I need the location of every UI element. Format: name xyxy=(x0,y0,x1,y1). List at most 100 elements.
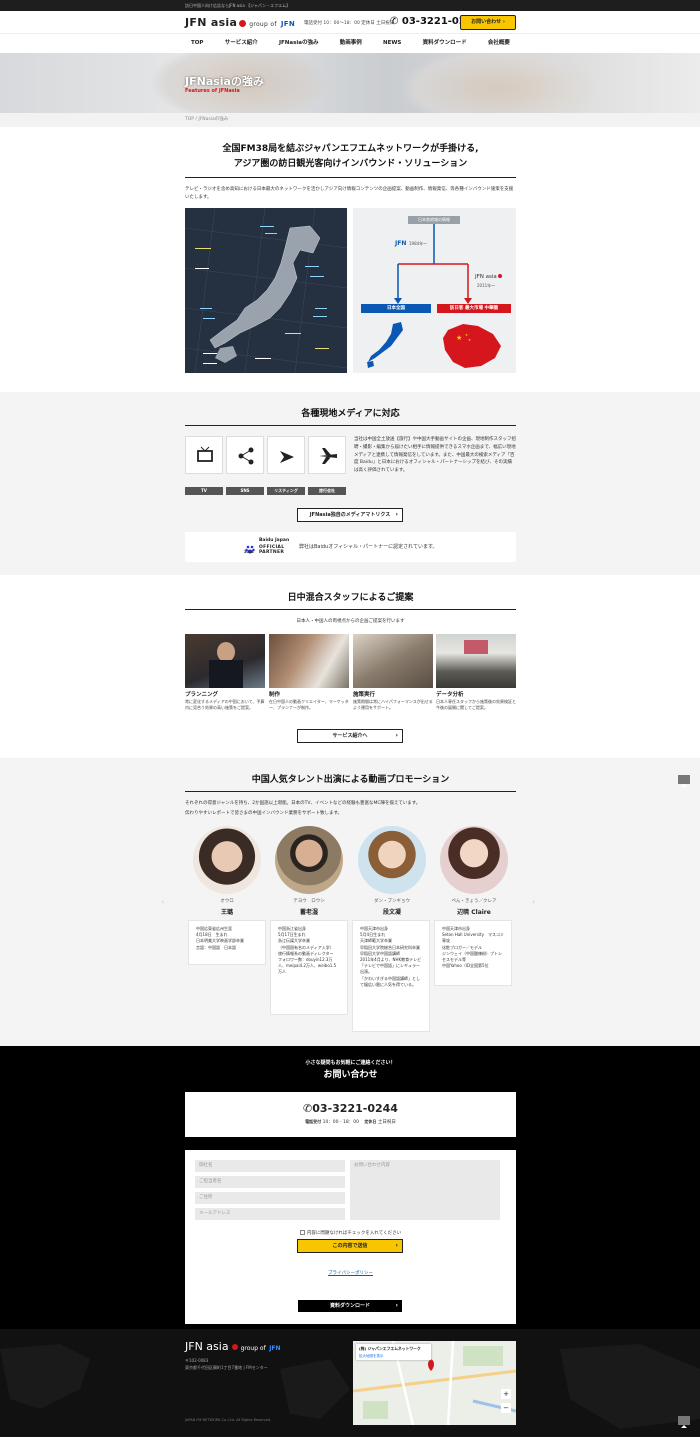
address-field[interactable]: ご住所 xyxy=(195,1192,345,1204)
agree-row[interactable]: 内容に問題なければチェックを入れてください xyxy=(185,1230,516,1236)
footer-logo[interactable]: JFN asia group of JFN xyxy=(185,1340,281,1353)
footer-map[interactable]: (株) ジャパンエフエムネットワーク 拡大地図を表示 + − xyxy=(353,1341,516,1425)
header-contact-button[interactable]: お問い合わせ › xyxy=(460,15,516,30)
carousel-next-icon[interactable]: › xyxy=(532,897,535,906)
logo[interactable]: JFN asia group of JFN xyxy=(185,16,295,29)
contact-hours-value: 10：00 - 18：00 xyxy=(322,1120,359,1125)
talent-name-3: 段文凝 xyxy=(382,909,401,916)
baidu-year: 2018 xyxy=(244,550,254,554)
talent-card-2: 中国浙江省出身 5月17日生まれ 浙江伝媒大学卒業 （中国国有名のメディア入学）… xyxy=(270,920,348,1015)
page-subtitle: Features of JFNasia xyxy=(185,88,240,94)
header-hours: 電話受付 10：00〜18：00 定休日 土日祝日 xyxy=(304,21,395,26)
intro-divider xyxy=(185,177,516,178)
media-tag-tv: TV xyxy=(185,487,223,495)
nav-item-videos[interactable]: 動画事例 xyxy=(334,35,368,52)
tv-icon xyxy=(199,449,211,461)
map-label2[interactable]: 拡大地図を表示 xyxy=(359,1354,428,1359)
privacy-link[interactable]: プライバシーポリシー xyxy=(185,1270,516,1276)
staff-item-desc-planning: 常に変化するメディアの中国において、予算内に見合う効果の高い施策をご提案。 xyxy=(185,699,265,710)
map-info-box: (株) ジャパンエフエムネットワーク 拡大地図を表示 xyxy=(356,1344,431,1360)
talent-name-4: 辺暁 Claire xyxy=(457,909,491,916)
staff-photo-analysis xyxy=(436,634,516,688)
footer-address: 東京都千代田区麹町1丁目7番地 | FMセンター xyxy=(185,1365,268,1370)
svg-text:★: ★ xyxy=(468,338,471,342)
intro-title-line2: アジア圏の訪日観光客向けインバウンド・ソリューション xyxy=(233,159,468,169)
svg-text:★: ★ xyxy=(465,333,468,337)
talent-title: 中国人気タレント出演による動画プロモーション xyxy=(251,775,450,785)
diagram-right-label: 訪日客 最大市場 中華圏 xyxy=(437,304,511,313)
nav-item-download[interactable]: 資料ダウンロード xyxy=(417,35,473,52)
talent-card-line: 「かわいすぎる中国語講師」として幅広い層に人気を得ている。 xyxy=(360,975,420,987)
intro-body: テレビ・ラジオを含め高知における日本最大のネットワークを活かしアジア向け情報コン… xyxy=(185,187,514,200)
contact-phone[interactable]: ✆03-3221-0244 xyxy=(185,1102,516,1115)
message-field[interactable]: お問い合わせ内容 xyxy=(350,1160,500,1220)
media-matrix-button[interactable]: JFNasia独自のメディアマトリクス xyxy=(297,508,403,522)
top-bar: 訪日中国人向け広告ならJFN asia 【ジャパン・エフエム】 xyxy=(0,0,700,11)
talent-kana-4: ぺん・きょう／クレア xyxy=(451,899,497,904)
staff-lead: 日本人・中国人の両視点からの企画ご提案を行います xyxy=(296,619,405,624)
contact-hours: 電話受付 10：00 - 18：00 定休日 土日祝日 xyxy=(185,1119,516,1125)
contact-name-field[interactable]: ご担当者名 xyxy=(195,1176,345,1188)
contact-phone-number: 03-3221-0244 xyxy=(312,1102,398,1115)
baidu-label1: Baidu Japan xyxy=(259,538,290,543)
hero-banner: JFNasiaの強み Features of JFNasia xyxy=(0,53,700,113)
email-field[interactable]: メールアドレス xyxy=(195,1208,345,1220)
diagram-jfn-year: 1984年〜 xyxy=(409,241,428,246)
japan-network-map xyxy=(185,208,347,373)
diagram-maps: ★ ★ ★ xyxy=(367,322,501,368)
diagram-jfnasia-label: JFN asia xyxy=(475,274,497,280)
intro-title-line1: 全国FM38局を結ぶジャパンエフエムネットワークが手掛ける, xyxy=(222,144,479,154)
phone-icon: ✆ xyxy=(303,1102,313,1115)
talent-kana-1: オウロ xyxy=(220,899,234,904)
media-tag-travel: 旅行会社 xyxy=(308,487,346,495)
scroll-top-button[interactable] xyxy=(678,775,690,787)
staff-divider xyxy=(185,609,516,610)
phone-icon: ✆ xyxy=(390,16,402,27)
nav-item-news[interactable]: NEWS xyxy=(377,35,407,52)
footer-group-brand: JFN xyxy=(269,1345,281,1352)
diagram-jfnasia: JFN asia xyxy=(475,274,502,280)
svg-text:★: ★ xyxy=(456,334,462,342)
map-zoom-in-button[interactable]: + xyxy=(501,1389,511,1399)
baidu-partner-box: 2018 Baidu Japan OFFICIAL PARTNER 弊社はBai… xyxy=(185,532,516,562)
jfnasia-dot-icon xyxy=(497,274,502,278)
staff-photo-execution xyxy=(353,634,433,688)
breadcrumb[interactable]: TOP / JFNasiaの強み xyxy=(0,113,700,127)
agree-label: 内容に問題なければチェックを入れてください xyxy=(306,1231,402,1236)
talent-card-line: ジンウェイ（中国酸辣粉）プトシセスモデル等 xyxy=(442,950,502,963)
network-diagram: 日本各地域の情報 JFN 1984年〜 JFN asia 2011年〜 日本全国… xyxy=(353,208,516,373)
logo-group-of: group of xyxy=(249,21,277,28)
nav-item-top[interactable]: TOP xyxy=(185,35,209,52)
download-button[interactable]: 資料ダウンロード xyxy=(297,1299,403,1313)
footer-scroll-top-button[interactable] xyxy=(678,1416,690,1428)
map-zoom-out-button[interactable]: − xyxy=(501,1403,511,1413)
nav-item-company[interactable]: 会社概要 xyxy=(482,35,516,52)
baidu-paw-icon xyxy=(245,539,255,554)
submit-button[interactable]: この内容で送信 xyxy=(297,1239,403,1253)
diagram-jfnasia-year: 2011年〜 xyxy=(477,283,496,288)
media-divider xyxy=(185,425,516,426)
talent-divider xyxy=(185,791,516,792)
carousel-prev-icon[interactable]: ‹ xyxy=(161,897,164,906)
diagram-jfn: JFN xyxy=(395,240,407,247)
services-button[interactable]: サービス紹介へ xyxy=(297,729,403,743)
header: JFN asia group of JFN 電話受付 10：00〜18：00 定休… xyxy=(0,11,700,34)
staff-item-title-analysis: データ分析 xyxy=(436,692,464,698)
talent-photo-claire xyxy=(440,826,508,894)
talent-kana-2: テヨウ ロウシ xyxy=(293,899,325,904)
staff-photo-planning xyxy=(185,634,265,688)
staff-item-desc-analysis: 日本人専任スタッフから施策後の効果検証と今後の展開に関してご提案。 xyxy=(436,699,516,710)
logo-text: JFN asia xyxy=(185,16,238,29)
logo-dot-icon xyxy=(239,19,247,27)
logo-group-brand: JFN xyxy=(280,20,296,28)
nav-item-services[interactable]: サービス紹介 xyxy=(219,35,264,52)
talent-card-line: 中国Yahoo（ID全国第5位 xyxy=(442,963,489,969)
agree-checkbox[interactable] xyxy=(299,1230,305,1235)
talent-card-line: 早稲田大学院総合日本研究科卒業 xyxy=(360,944,420,950)
planning-photo-suit xyxy=(209,660,243,688)
analysis-photo-screen xyxy=(464,640,488,654)
nav-item-strengths[interactable]: JFNasiaの強み xyxy=(273,35,325,52)
company-field[interactable]: 御社名 xyxy=(195,1160,345,1172)
talent-card-line: （中国国有名のメディア入学） xyxy=(278,944,334,950)
page-title: JFNasiaの強み xyxy=(185,75,264,88)
